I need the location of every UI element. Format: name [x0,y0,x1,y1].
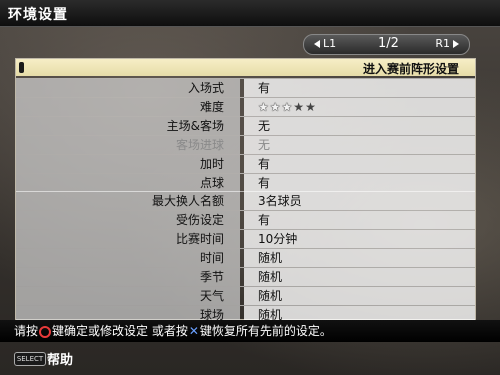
setting-label: 受伤设定 [16,211,240,230]
l1-label: L1 [323,37,337,50]
cursor-marker-icon [19,62,24,73]
setting-label: 最大换人名额 [16,192,240,211]
instruction-part-2: 键确定或修改设定 或者按 [52,324,188,338]
setting-row[interactable]: 加时有 [16,153,475,173]
setting-row[interactable]: 难度 ★★★★★ [16,96,475,116]
next-page-button[interactable]: R1 [435,37,459,50]
setting-value[interactable]: 随机 [244,268,475,286]
setting-row[interactable]: 时间 随机 [16,248,475,268]
star-filled-icon: ★ [269,99,281,114]
setting-row[interactable]: 天气 随机 [16,285,475,305]
setting-label: 比赛时间 [16,230,240,249]
setting-value[interactable]: 有 [244,154,475,173]
setting-label: 季节 [16,268,240,286]
circle-button-icon [39,325,52,338]
page-indicator: 1/2 [378,36,399,51]
instruction-part-3: 键恢复所有先前的设定。 [199,324,332,338]
star-filled-icon: ★ [258,99,269,114]
arrow-right-icon [453,40,459,48]
setting-label: 难度 [16,97,240,116]
setting-value[interactable]: 10分钟 [244,230,475,249]
settings-panel: 进入赛前阵形设置 入场式有难度 ★★★★★ 主场&客场无客场进球无加时有点球有最大换… [15,58,476,324]
setting-row[interactable]: 季节 随机 [16,267,475,286]
title-bar: 环境设置 [0,0,500,27]
setting-label: 天气 [16,286,240,305]
setting-value[interactable]: 3名球员 [244,192,475,211]
setting-row[interactable]: 比赛时间 10分钟 [16,229,475,249]
setting-row[interactable]: 主场&客场无 [16,115,475,135]
help-bar: SELECT 帮助 [0,343,500,375]
setting-value[interactable]: 有 [244,79,475,97]
setting-label: 主场&客场 [16,116,240,135]
instruction-bar: 请按 键确定或修改设定 或者按✕键恢复所有先前的设定。 [0,320,500,342]
setting-row[interactable]: 入场式有 [16,78,475,97]
setting-value[interactable]: ★★★★★ [244,97,475,116]
cross-button-icon: ✕ [188,324,199,338]
formation-setup-label: 进入赛前阵形设置 [362,62,459,76]
instruction-part-1: 请按 [14,324,39,338]
formation-setup-row[interactable]: 进入赛前阵形设置 [16,59,475,76]
arrow-left-icon [314,40,320,48]
setting-value[interactable]: 有 [244,173,475,192]
difficulty-stars: ★★★★★ [258,98,317,116]
star-filled-icon: ★ [281,99,293,114]
page-selector[interactable]: L1 1/2 R1 [303,34,470,55]
setting-value[interactable]: 有 [244,211,475,230]
setting-value: 无 [244,135,475,154]
setting-label: 点球 [16,173,240,192]
setting-row[interactable]: 受伤设定有 [16,210,475,230]
setting-label: 客场进球 [16,135,240,154]
help-button[interactable]: 帮助 [47,349,73,368]
setting-row[interactable]: 最大换人名额 3名球员 [16,191,475,211]
select-button-icon: SELECT [14,352,46,366]
star-empty-icon: ★ [305,99,316,114]
setting-label: 加时 [16,154,240,173]
screen-title: 环境设置 [8,7,68,23]
setting-label: 入场式 [16,79,240,97]
setting-value[interactable]: 随机 [244,286,475,305]
setting-row: 客场进球无 [16,134,475,154]
setting-label: 时间 [16,249,240,268]
setting-row[interactable]: 点球有 [16,172,475,192]
setting-value[interactable]: 随机 [244,249,475,268]
star-empty-icon: ★ [293,99,305,114]
instruction-text: 请按 键确定或修改设定 或者按✕键恢复所有先前的设定。 [14,320,332,342]
setting-value[interactable]: 无 [244,116,475,135]
prev-page-button[interactable]: L1 [314,37,336,50]
r1-label: R1 [435,37,450,50]
